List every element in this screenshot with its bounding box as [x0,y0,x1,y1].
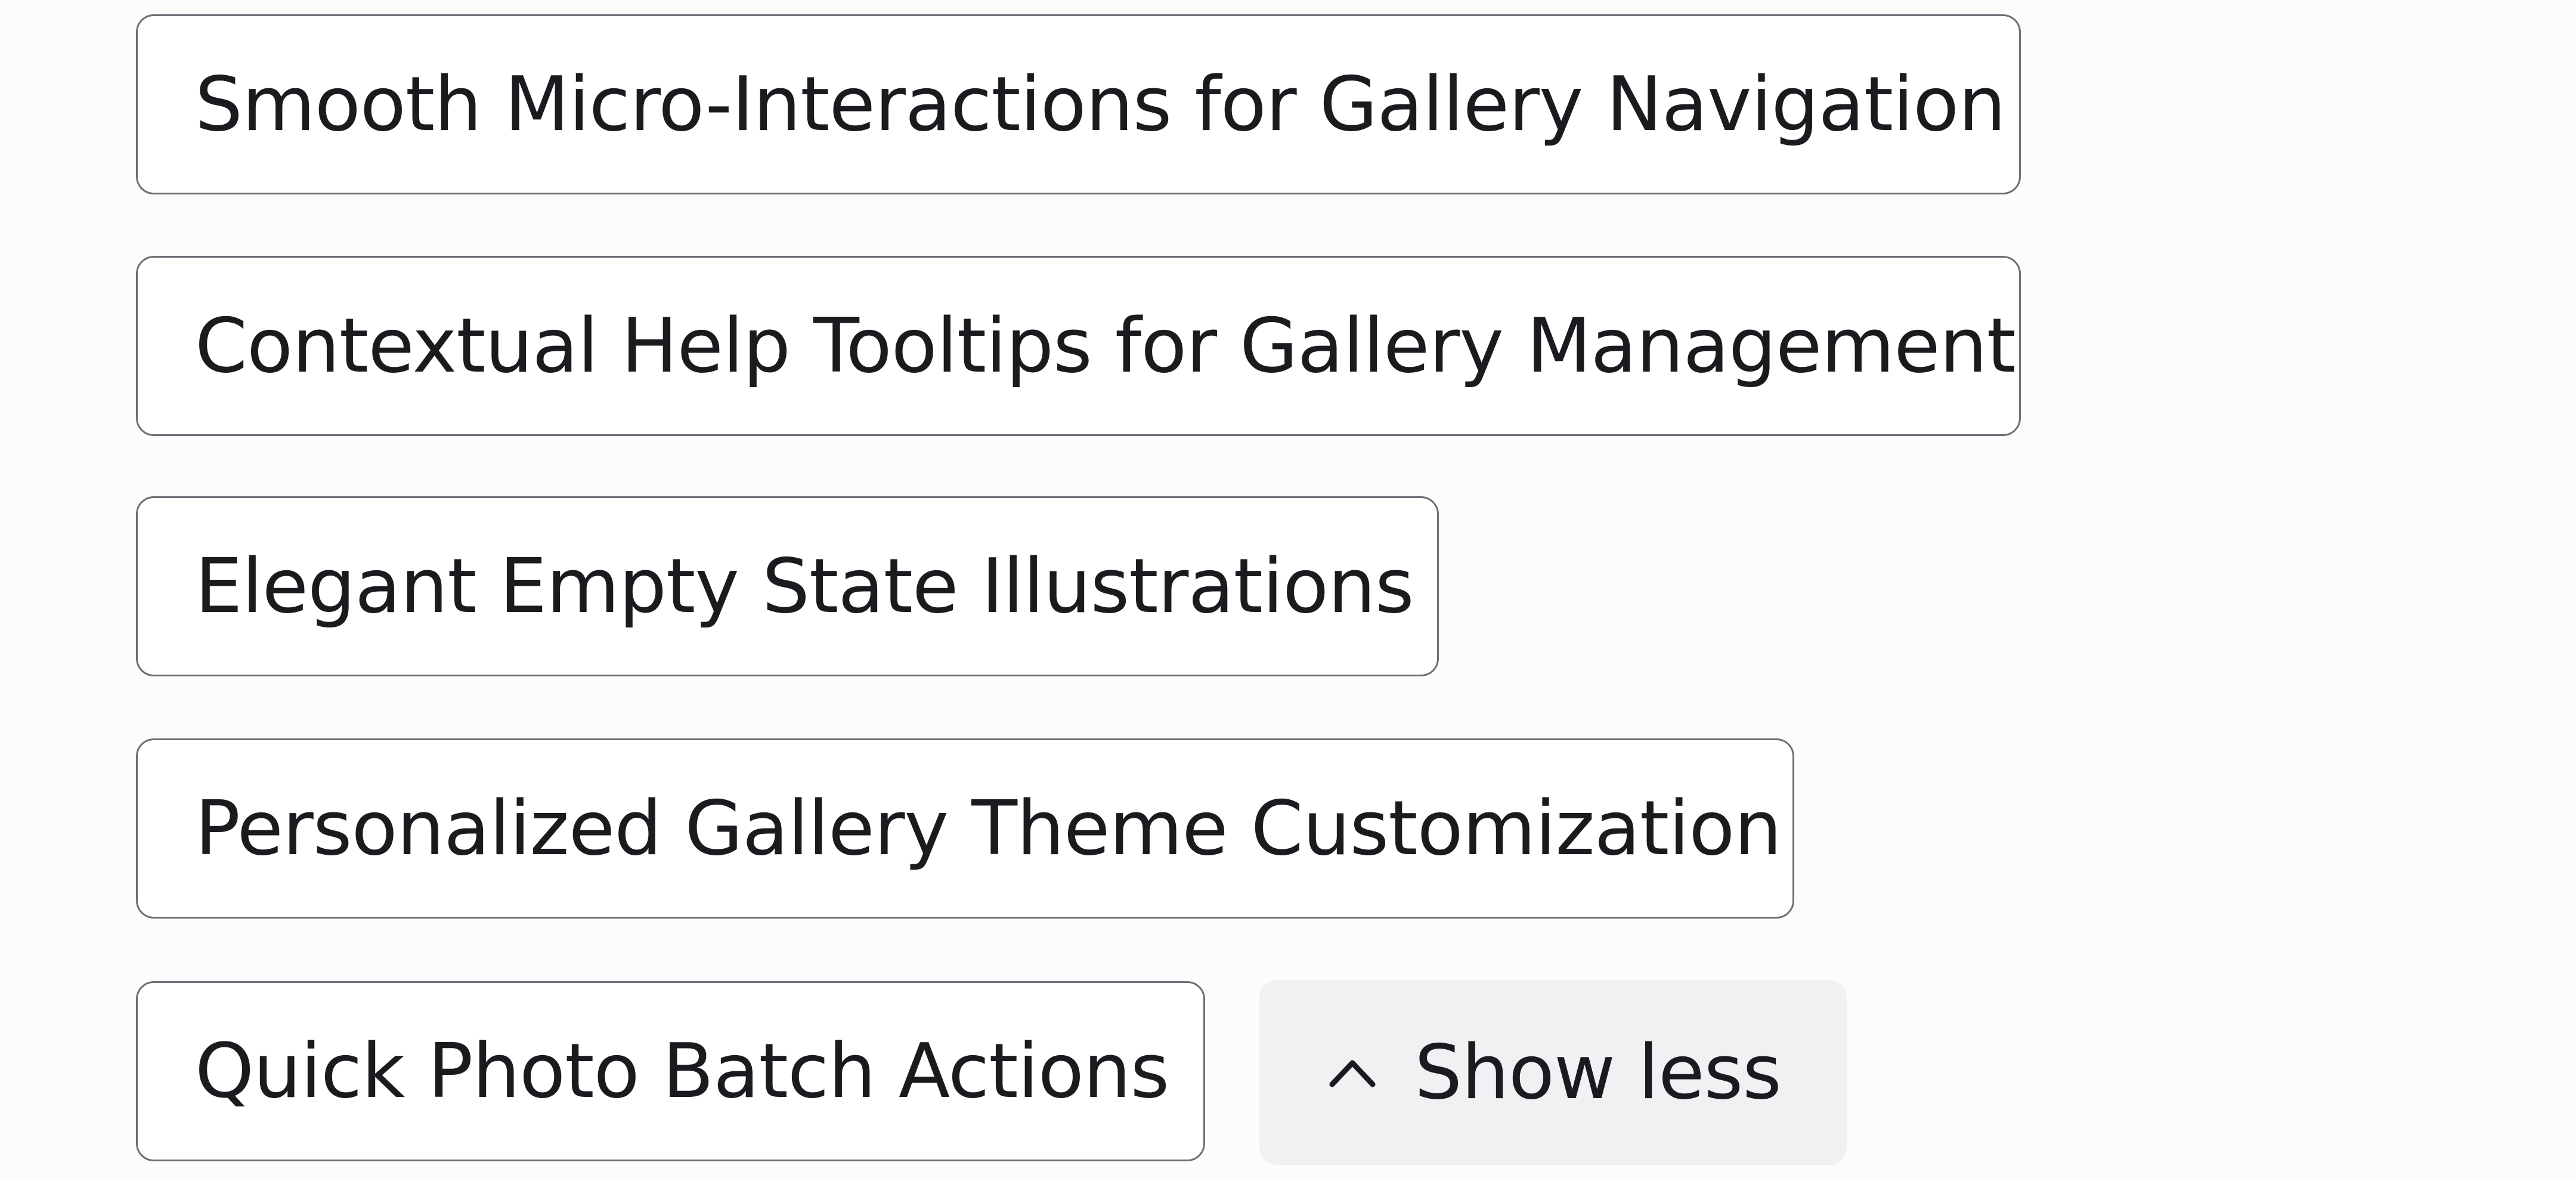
suggestion-button-micro-interactions[interactable]: Smooth Micro-Interactions for Gallery Na… [136,14,2021,194]
suggestion-label: Personalized Gallery Theme Customization [195,784,1782,872]
suggestion-button-empty-state[interactable]: Elegant Empty State Illustrations [136,496,1439,676]
suggestion-label: Contextual Help Tooltips for Gallery Man… [195,302,2016,389]
suggestion-label: Smooth Micro-Interactions for Gallery Na… [195,60,2006,148]
suggestion-label: Elegant Empty State Illustrations [195,542,1414,630]
suggestion-button-batch-actions[interactable]: Quick Photo Batch Actions [136,981,1205,1161]
suggestion-button-theme-customization[interactable]: Personalized Gallery Theme Customization [136,738,1794,919]
chevron-up-icon [1325,1045,1380,1100]
show-less-button[interactable]: Show less [1259,980,1847,1165]
suggestion-label: Quick Photo Batch Actions [195,1027,1169,1115]
suggestion-button-help-tooltips[interactable]: Contextual Help Tooltips for Gallery Man… [136,256,2021,436]
show-less-label: Show less [1414,1028,1782,1116]
